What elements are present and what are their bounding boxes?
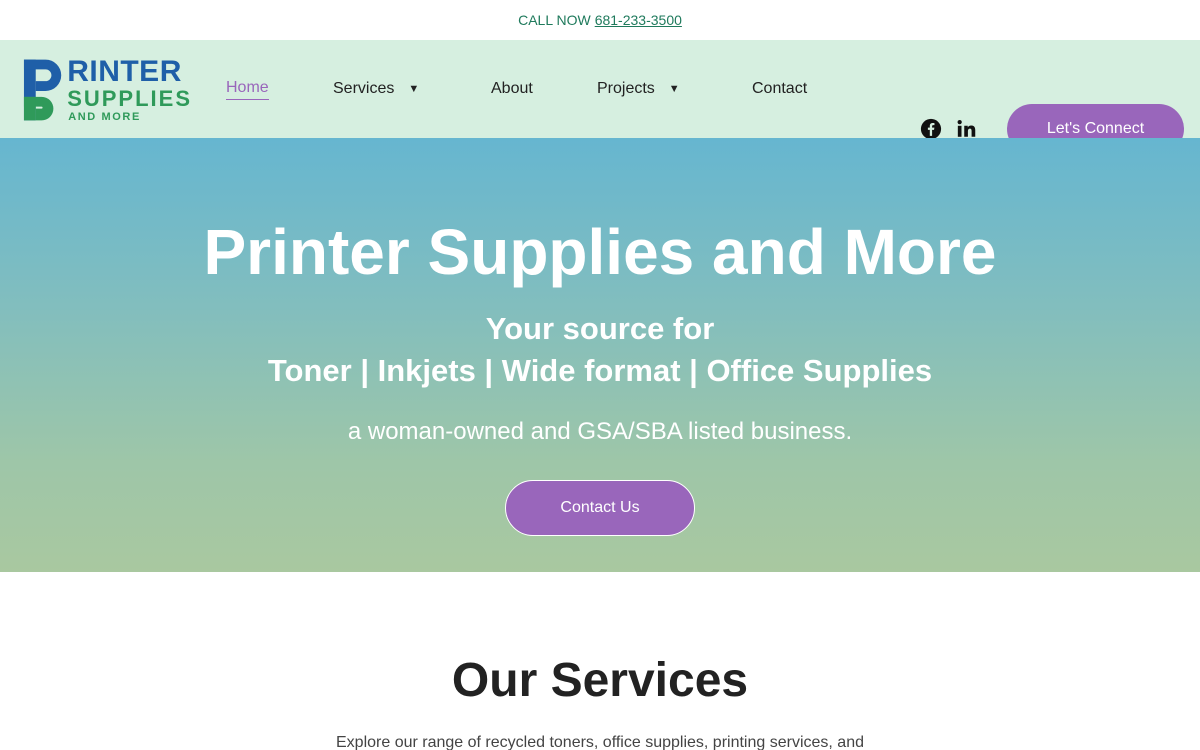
logo-word-printer: RINTER (67, 55, 182, 88)
hero-section: Printer Supplies and More Your source fo… (0, 138, 1200, 572)
hero-tagline: a woman-owned and GSA/SBA listed busines… (347, 418, 853, 445)
site-logo[interactable]: RINTER SUPPLIES AND MORE (22, 56, 192, 124)
linkedin-icon[interactable] (956, 118, 978, 140)
logo-word-supplies: SUPPLIES (67, 86, 192, 111)
chevron-down-icon: ▼ (668, 83, 680, 95)
hero-subtitle-line1: Your source for (485, 311, 715, 346)
nav-about-label: About (491, 80, 533, 97)
chevron-down-icon: ▼ (408, 83, 420, 95)
services-title: Our Services (451, 654, 749, 707)
services-description: Explore our range of recycled toners, of… (336, 734, 864, 750)
facebook-icon[interactable] (920, 118, 942, 140)
contact-us-button[interactable]: Contact Us (505, 480, 695, 536)
main-navigation: RINTER SUPPLIES AND MORE Home Services ▼… (0, 40, 1200, 154)
phone-link[interactable]: 681-233-3500 (595, 12, 682, 28)
logo-p-mark (23, 59, 62, 121)
nav-contact[interactable]: Contact (752, 40, 807, 138)
logo-wordmark: RINTER SUPPLIES AND MORE (67, 57, 192, 123)
nav-services[interactable]: Services ▼ (333, 40, 419, 138)
nav-services-label: Services (333, 80, 395, 97)
call-now-label: CALL NOW (518, 12, 591, 28)
nav-projects-label: Projects (597, 80, 655, 97)
nav-contact-label: Contact (752, 80, 808, 97)
logo-word-and-more: AND MORE (68, 111, 141, 123)
hero-subtitle-line2: Toner | Inkjets | Wide format | Office S… (267, 353, 933, 388)
nav-home[interactable]: Home (226, 40, 269, 138)
nav-home-label: Home (226, 79, 269, 100)
hero-title: Printer Supplies and More (203, 216, 997, 288)
nav-projects[interactable]: Projects ▼ (597, 40, 680, 138)
nav-about[interactable]: About (491, 40, 533, 138)
top-bar: CALL NOW 681-233-3500 (0, 0, 1200, 40)
